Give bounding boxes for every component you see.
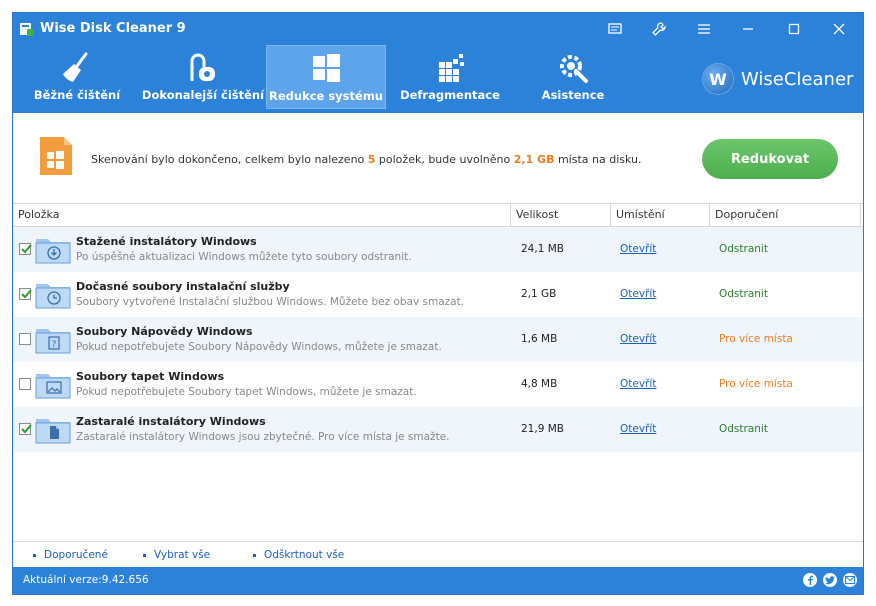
deselect-all-link[interactable]: Odškrtnout vše [253, 549, 344, 561]
app-window: Wise Disk Cleaner 9 Běžné čištění Dokona… [12, 12, 864, 595]
open-location-link[interactable]: Otevřít [620, 333, 656, 345]
row-description: Soubory vytvořené Instalační službou Win… [76, 296, 465, 308]
close-icon [833, 23, 845, 35]
broom-icon [63, 52, 88, 82]
brand-badge: W [703, 64, 733, 94]
row-recommendation: Pro více místa [719, 378, 793, 390]
row-title: Soubory tapet Windows [76, 370, 225, 383]
row-size: 1,6 MB [521, 333, 558, 345]
column-size[interactable]: Velikost [510, 204, 610, 226]
row-title: Dočasné soubory instalační služby [76, 280, 290, 293]
row-title: Soubory Nápovědy Windows [76, 325, 253, 338]
version-label: Aktuální verze:9.42.656 [23, 574, 149, 586]
row-size: 2,1 GB [521, 288, 557, 300]
tab-defrag[interactable]: Defragmentace [398, 45, 502, 109]
summary-message: Skenování bylo dokončeno, celkem bylo na… [91, 153, 642, 166]
feedback-icon [608, 23, 622, 34]
tab-advanced-cleaner[interactable]: Dokonalejší čištění [141, 45, 265, 109]
row-recommendation: Odstranit [719, 423, 768, 435]
row-recommendation: Pro více místa [719, 333, 793, 345]
table-row[interactable]: Dočasné soubory instalační služby Soubor… [13, 272, 863, 317]
row-description: Po úspěšné aktualizaci Windows můžete ty… [76, 251, 412, 263]
row-title: Zastaralé instalátory Windows [76, 415, 266, 428]
tab-system-slimming[interactable]: Redukce systému [266, 45, 386, 109]
row-size: 4,8 MB [521, 378, 558, 390]
row-checkbox[interactable] [19, 243, 32, 255]
results-table: Položka Velikost Umístění Doporučení Sta… [13, 204, 863, 452]
menu-icon [698, 24, 710, 34]
table-row[interactable]: ? Soubory Nápovědy Windows Pokud nepotře… [13, 317, 863, 362]
row-recommendation: Odstranit [719, 288, 768, 300]
open-location-link[interactable]: Otevřít [620, 423, 656, 435]
status-bar: Aktuální verze:9.42.656 [13, 567, 863, 594]
folder-image-icon [35, 374, 71, 399]
open-location-link[interactable]: Otevřít [620, 378, 656, 390]
settings-button[interactable] [648, 19, 670, 39]
folder-clock-icon [35, 284, 71, 309]
facebook-button[interactable] [803, 573, 817, 587]
table-row[interactable]: Soubory tapet Windows Pokud nepotřebujet… [13, 362, 863, 407]
checkmark-icon [21, 424, 32, 434]
brand-name: WiseCleaner [741, 68, 854, 90]
email-icon [845, 576, 855, 584]
defrag-icon [439, 54, 464, 82]
folder-download-icon [35, 239, 71, 264]
facebook-icon [808, 575, 813, 585]
twitter-button[interactable] [823, 573, 837, 587]
scan-summary: Skenování bylo dokončeno, celkem bylo na… [13, 113, 863, 204]
window-title: Wise Disk Cleaner 9 [40, 21, 186, 36]
close-button[interactable] [828, 19, 850, 39]
windows-icon [313, 54, 340, 82]
email-button[interactable] [843, 573, 857, 587]
menu-button[interactable] [693, 19, 715, 39]
main-toolbar: Běžné čištění Dokonalejší čištění Redukc… [13, 45, 863, 113]
row-description: Zastaralé instalátory Windows jsou zbyte… [76, 431, 450, 443]
folder-document-icon [35, 419, 71, 444]
row-title: Stažené instalátory Windows [76, 235, 257, 248]
checkmark-icon [21, 289, 32, 299]
row-size: 21,9 MB [521, 423, 564, 435]
column-recommendation[interactable]: Doporučení [709, 204, 861, 226]
wisecleaner-logo[interactable]: W WiseCleaner [703, 63, 853, 95]
freed-size: 2,1 GB [513, 153, 555, 166]
windows-file-icon [40, 137, 72, 175]
feedback-button[interactable] [604, 19, 626, 39]
reduce-button[interactable]: Redukovat [702, 139, 838, 179]
wrench-icon [652, 22, 666, 36]
row-description: Pokud nepotřebujete Soubory Nápovědy Win… [76, 341, 442, 353]
recommended-link[interactable]: Doporučené [33, 549, 108, 561]
minimize-icon [743, 28, 753, 30]
open-location-link[interactable]: Otevřít [620, 288, 656, 300]
tab-assistance[interactable]: Asistence [521, 45, 625, 109]
gear-wrench-icon [560, 55, 588, 83]
app-logo-icon [20, 23, 34, 36]
checkmark-icon [21, 244, 32, 254]
row-description: Pokud nepotřebujete Soubory tapet Window… [76, 386, 417, 398]
row-checkbox[interactable] [19, 288, 32, 300]
maximize-button[interactable] [783, 19, 805, 39]
column-item[interactable]: Položka [13, 204, 510, 226]
tab-common-cleaner[interactable]: Běžné čištění [25, 45, 129, 109]
table-header: Položka Velikost Umístění Doporučení [13, 204, 863, 227]
open-location-link[interactable]: Otevřít [620, 243, 656, 255]
row-recommendation: Odstranit [719, 243, 768, 255]
minimize-button[interactable] [737, 19, 759, 39]
column-location[interactable]: Umístění [610, 204, 709, 226]
twitter-icon [825, 575, 835, 584]
svg-text:?: ? [52, 340, 57, 350]
table-body: Stažené instalátory Windows Po úspěšné a… [13, 227, 863, 452]
maximize-icon [788, 23, 800, 35]
folder-help-file-icon: ? [35, 329, 71, 354]
vacuum-icon [190, 53, 215, 81]
table-row[interactable]: Zastaralé instalátory Windows Zastaralé … [13, 407, 863, 452]
row-checkbox[interactable] [19, 333, 31, 345]
table-row[interactable]: Stažené instalátory Windows Po úspěšné a… [13, 227, 863, 272]
row-checkbox[interactable] [19, 423, 32, 435]
title-bar: Wise Disk Cleaner 9 [13, 13, 863, 45]
row-size: 24,1 MB [521, 243, 564, 255]
row-checkbox[interactable] [19, 378, 31, 390]
select-all-link[interactable]: Vybrat vše [143, 549, 210, 561]
selection-links: Doporučené Vybrat vše Odškrtnout vše [13, 541, 863, 568]
